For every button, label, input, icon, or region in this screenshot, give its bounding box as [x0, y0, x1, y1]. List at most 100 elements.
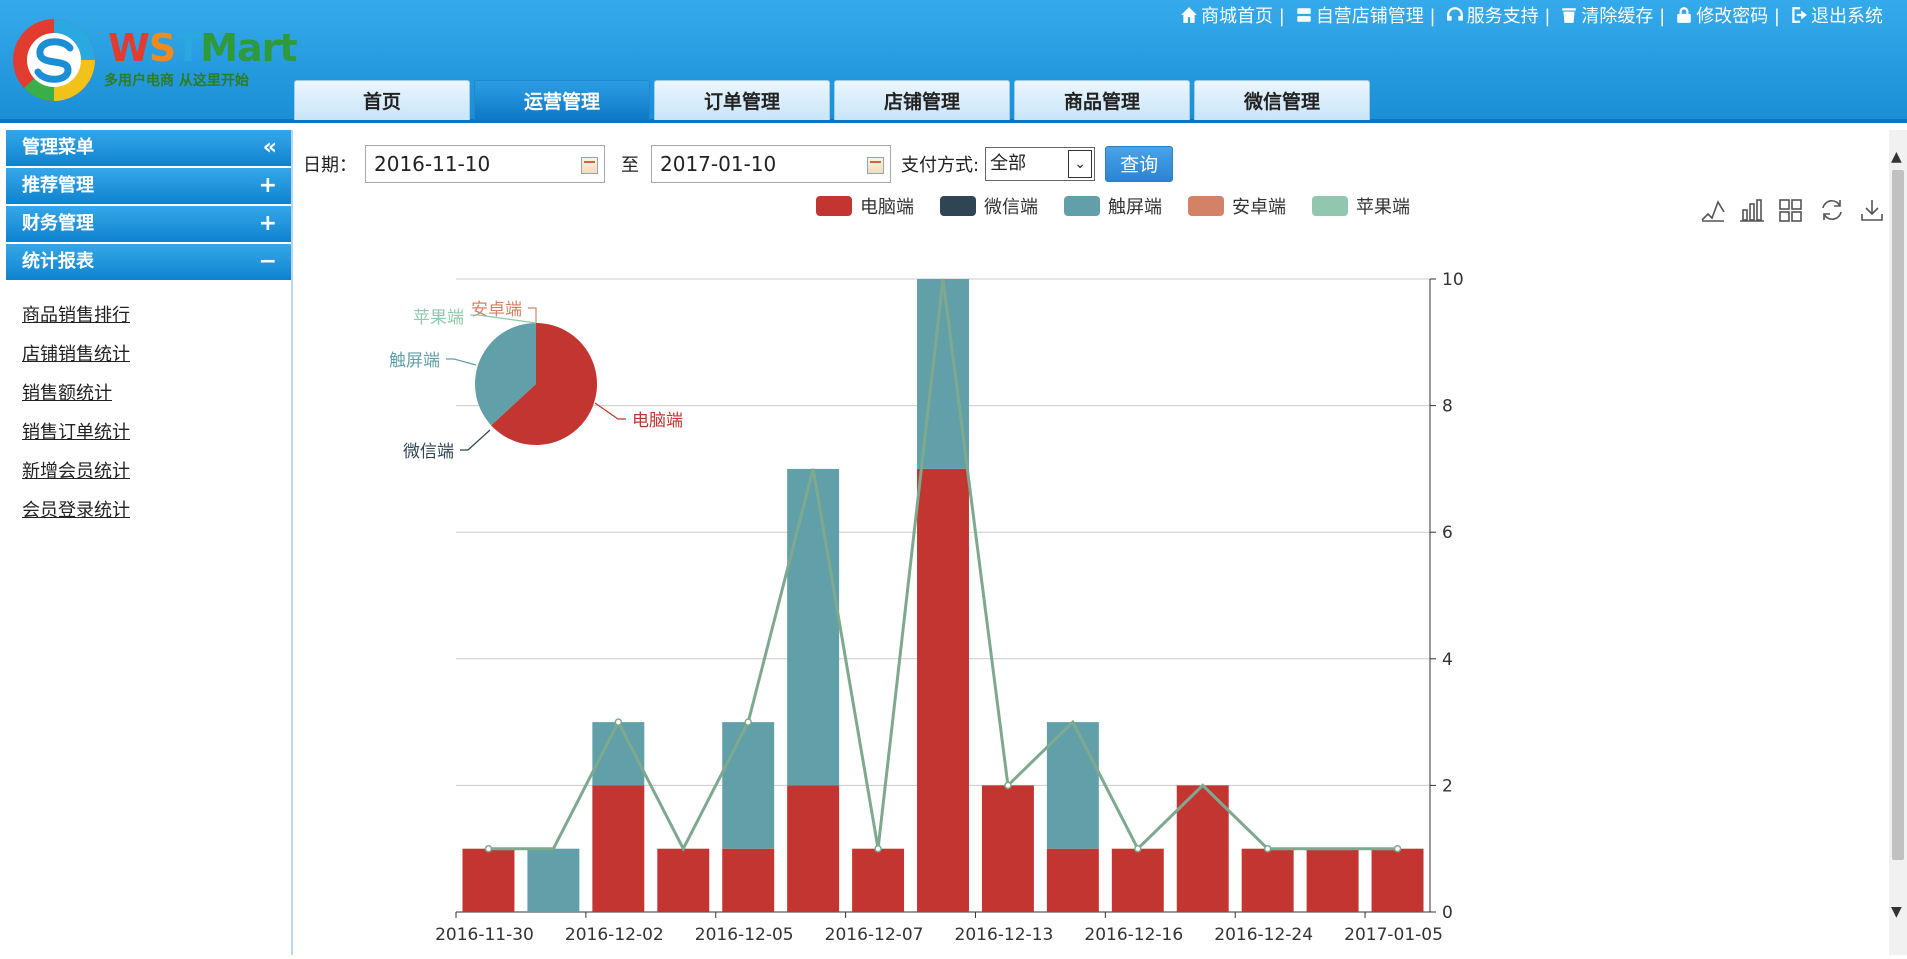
home-link[interactable]: 商城首页 |: [1180, 2, 1285, 28]
tab-operations[interactable]: 运营管理: [474, 80, 650, 120]
download-icon: [1861, 200, 1883, 221]
trash-icon: [1562, 8, 1577, 23]
payment-method-label: 支付方式:: [901, 155, 980, 176]
collapse-section-icon[interactable]: −: [259, 244, 277, 280]
bar-chart-icon: [1756, 199, 1762, 221]
date-label: 日期：: [303, 155, 357, 176]
bar-触屏端: [592, 722, 645, 786]
x-tick-label: 2016-12-07: [825, 925, 924, 945]
line-point: [484, 844, 493, 853]
x-tick-label: 2017-01-05: [1344, 925, 1443, 945]
calendar-icon[interactable]: [867, 157, 884, 174]
bar-电脑端: [1111, 848, 1164, 912]
query-button[interactable]: 查询: [1105, 146, 1174, 182]
legend-label: 触屏端: [1108, 197, 1162, 218]
calendar-icon[interactable]: [581, 157, 598, 174]
logo-text: WSTMart: [108, 26, 298, 70]
bar-电脑端: [917, 468, 969, 912]
logout-icon: [1792, 7, 1807, 23]
x-tick-label: 2016-12-13: [955, 925, 1054, 945]
x-tick-label: 2016-12-16: [1084, 925, 1183, 945]
tab-stores[interactable]: 店铺管理: [834, 80, 1010, 120]
bar-chart-icon: [1749, 203, 1755, 221]
line-point: [1393, 844, 1402, 853]
legend-swatch: [940, 196, 976, 216]
scroll-thumb[interactable]: [1892, 170, 1904, 860]
tab-home[interactable]: 首页: [294, 80, 470, 120]
sidebar-item-new-members[interactable]: 新增会员统计: [22, 452, 291, 491]
x-tick-label: 2016-12-24: [1214, 925, 1313, 945]
change-password-link[interactable]: 修改密码 |: [1675, 2, 1780, 28]
scrollbar[interactable]: ▲ ▼: [1889, 130, 1907, 955]
bar-电脑端: [981, 785, 1034, 912]
home-link-label: 商城首页 |: [1201, 6, 1285, 27]
chevron-down-icon[interactable]: ⌄: [1068, 150, 1093, 178]
legend-swatch: [1064, 196, 1100, 216]
clear-cache-link-label: 清除缓存 |: [1581, 6, 1666, 27]
end-date-input[interactable]: 2017-01-10: [651, 145, 891, 183]
scroll-down-icon[interactable]: ▼: [1891, 905, 1905, 919]
line-point: [1134, 844, 1142, 853]
top-links: 商城首页 | 自营店铺管理 | 服务支持 | 清除缓存 | 修改密码 | 退出系…: [1180, 2, 1883, 28]
logout-link-label: 退出系统: [1811, 6, 1883, 27]
sidebar-title[interactable]: 管理菜单 «: [6, 130, 291, 166]
sidebar-section-label: 财务管理: [22, 213, 94, 234]
legend-label: 电脑端: [860, 197, 914, 218]
tab-products[interactable]: 商品管理: [1014, 80, 1190, 120]
pie-label-line: [460, 429, 491, 451]
tab-orders[interactable]: 订单管理: [654, 80, 830, 120]
legend-swatch: [816, 196, 852, 216]
home-icon: [1181, 7, 1197, 23]
sidebar-item-store-sales[interactable]: 店铺销售统计: [22, 335, 291, 374]
collapse-icon[interactable]: «: [263, 130, 277, 166]
y-tick-label: 0: [1442, 903, 1453, 923]
sidebar-section-label: 统计报表: [22, 251, 94, 272]
expand-icon[interactable]: +: [259, 206, 277, 242]
pie-label: 电脑端: [632, 411, 683, 431]
payment-method-select[interactable]: 全部 ⌄: [985, 147, 1096, 181]
legend-label: 安卓端: [1232, 197, 1286, 218]
clear-cache-link[interactable]: 清除缓存 |: [1560, 2, 1665, 28]
logout-link[interactable]: 退出系统: [1790, 2, 1883, 28]
lock-icon: [1677, 7, 1691, 23]
expand-icon[interactable]: +: [259, 168, 277, 204]
scroll-up-icon[interactable]: ▲: [1891, 150, 1905, 164]
change-password-link-label: 修改密码 |: [1696, 6, 1780, 27]
logo-icon: [13, 19, 95, 102]
sales-chart: 0 2 4 6 8 10 2016-11-30 2016-12-02 2016-12-05 201…: [296, 190, 1886, 955]
sidebar-section-finance[interactable]: 财务管理 +: [6, 206, 291, 242]
tab-wechat[interactable]: 微信管理: [1194, 80, 1370, 120]
sidebar-section-recommend[interactable]: 推荐管理 +: [6, 168, 291, 204]
x-tick-label: 2016-12-02: [565, 925, 664, 945]
sidebar-item-member-logins[interactable]: 会员登录统计: [22, 491, 291, 530]
bar-chart-icon: [1742, 209, 1748, 221]
tiled-icon: [1779, 211, 1790, 222]
self-store-link[interactable]: 自营店铺管理 |: [1295, 2, 1436, 28]
support-link-label: 服务支持 |: [1466, 6, 1551, 27]
sidebar-item-sales-orders[interactable]: 销售订单统计: [22, 413, 291, 452]
sidebar-title-label: 管理菜单: [22, 137, 94, 158]
end-date-value: 2017-01-10: [660, 152, 777, 176]
x-tick-label: 2016-12-05: [695, 925, 794, 945]
sidebar-item-product-sales-rank[interactable]: 商品销售排行: [22, 296, 291, 335]
self-store-link-label: 自营店铺管理 |: [1315, 6, 1436, 27]
sidebar-item-sales-amount[interactable]: 销售额统计: [22, 374, 291, 413]
payment-method-value: 全部: [990, 153, 1027, 174]
pie-label: 苹果端: [413, 308, 464, 328]
support-link[interactable]: 服务支持 |: [1446, 2, 1551, 28]
bar-电脑端: [1241, 848, 1294, 912]
start-date-value: 2016-11-10: [374, 152, 491, 176]
main-nav-tabs: 首页 运营管理 订单管理 店铺管理 商品管理 微信管理: [294, 80, 1370, 120]
legend-swatch: [1188, 196, 1224, 216]
bar-电脑端: [657, 848, 710, 912]
y-tick-label: 10: [1442, 270, 1464, 290]
refresh-icon: [1822, 200, 1842, 220]
legend-label: 微信端: [984, 197, 1038, 218]
line-chart-icon: [1701, 200, 1725, 221]
legend-swatch: [1312, 196, 1348, 216]
line-point: [1263, 844, 1272, 853]
pie-label-line: [446, 358, 477, 366]
bar-电脑端: [1371, 848, 1424, 912]
start-date-input[interactable]: 2016-11-10: [365, 145, 605, 183]
sidebar-section-reports[interactable]: 统计报表 −: [6, 244, 291, 280]
